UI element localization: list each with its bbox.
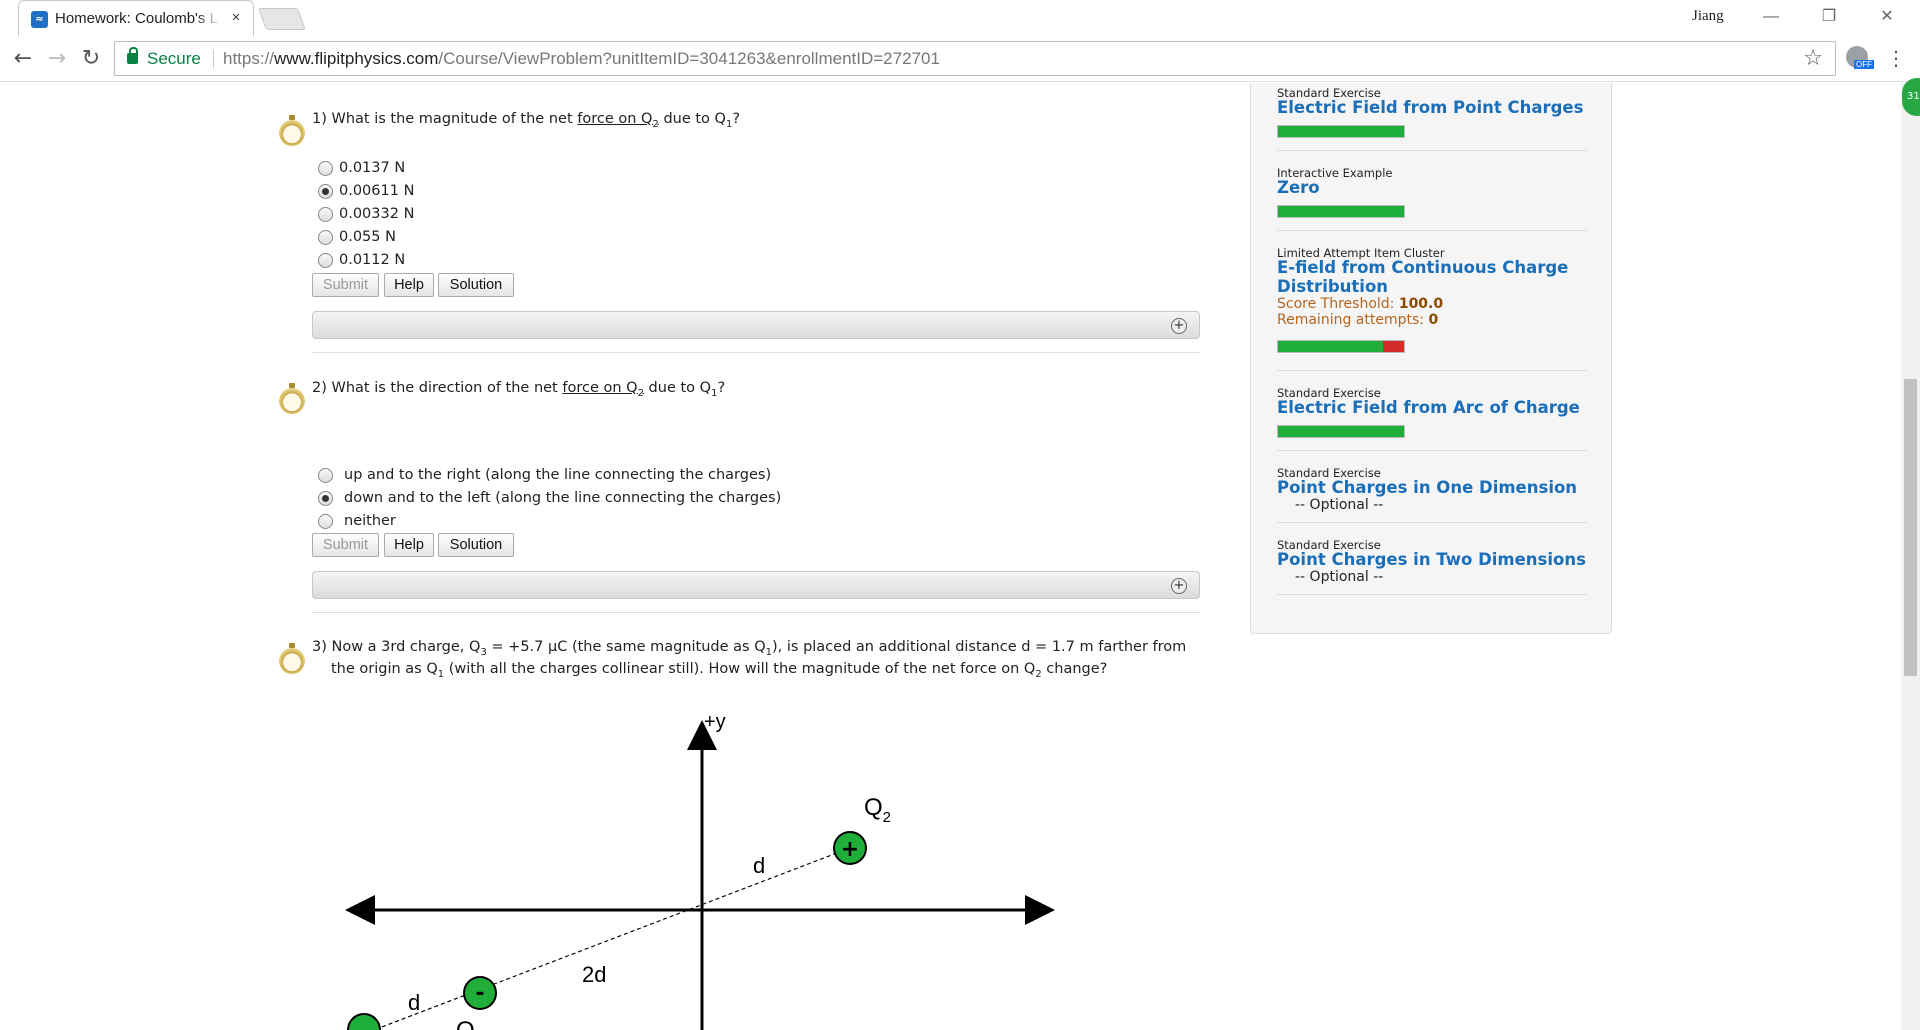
sidebar-item-electric-field-point-charges[interactable]: Standard Exercise Electric Field from Po… <box>1277 86 1587 138</box>
extension-icon[interactable]: OFF <box>1846 46 1874 70</box>
notification-badge[interactable]: 31 <box>1902 78 1920 116</box>
scrollbar-thumb[interactable] <box>1904 379 1917 676</box>
url-path: /Course/ViewProblem?unitItemID=3041263&e… <box>438 49 940 68</box>
sidebar-divider <box>1277 150 1587 151</box>
positive-sign: + <box>841 837 859 862</box>
extension-off-badge: OFF <box>1854 60 1874 69</box>
close-window-button[interactable]: ✕ <box>1864 4 1910 30</box>
incorrect-segment <box>1382 341 1404 352</box>
minimize-button[interactable]: — <box>1748 4 1794 30</box>
lock-icon <box>127 47 138 64</box>
q1-label: Q <box>456 1017 475 1030</box>
progress-bar <box>1277 340 1405 353</box>
assignment-sidebar: Standard Exercise Electric Field from Po… <box>1250 83 1612 634</box>
browser-tab[interactable]: ≈ Homework: Coulomb's L × <box>18 0 254 36</box>
url-text[interactable]: https://www.flipitphysics.com/Course/Vie… <box>223 49 940 69</box>
sidebar-item-point-charges-2d[interactable]: Standard Exercise Point Charges in Two D… <box>1277 538 1587 585</box>
charge-diagram: +y Q2 + d 2d - d Q <box>345 711 1055 1030</box>
page-content: 1) What is the magnitude of the net forc… <box>0 83 1920 1030</box>
url-scheme: https:// <box>223 49 275 68</box>
y-axis-label: +y <box>704 711 726 733</box>
sidebar-item-link[interactable]: Electric Field from Point Charges <box>1277 98 1587 117</box>
progress-bar <box>1277 425 1405 438</box>
sidebar-divider <box>1277 450 1587 451</box>
q2-label: Q2 <box>864 794 891 826</box>
sidebar-item-efield-continuous[interactable]: Limited Attempt Item Cluster E-field fro… <box>1277 246 1587 353</box>
sidebar-divider <box>1277 230 1587 231</box>
distance-2d-label: 2d <box>582 962 606 987</box>
secure-label: Secure <box>147 49 201 68</box>
reload-icon[interactable]: ↻ <box>78 46 104 72</box>
sidebar-divider <box>1277 370 1587 371</box>
sidebar-item-link[interactable]: Electric Field from Arc of Charge <box>1277 398 1587 417</box>
remaining-attempts: Remaining attempts: 0 <box>1277 312 1439 328</box>
sidebar-item-link[interactable]: Point Charges in Two Dimensions <box>1277 550 1587 569</box>
new-tab-button[interactable] <box>257 8 307 30</box>
url-separator <box>213 50 214 69</box>
progress-bar <box>1277 125 1405 138</box>
profile-name[interactable]: Jiang <box>1692 8 1724 25</box>
sidebar-item-link[interactable]: E-field from Continuous Charge Distribut… <box>1277 258 1587 296</box>
score-threshold: Score Threshold: 100.0 <box>1277 296 1444 312</box>
url-host: www.flipitphysics.com <box>274 49 439 68</box>
tab-strip: ≈ Homework: Coulomb's L × Jiang — ❐ ✕ <box>0 0 1920 36</box>
forward-arrow-icon[interactable]: → <box>44 46 70 72</box>
progress-bar <box>1277 205 1405 218</box>
tab-title: Homework: Coulomb's L <box>55 10 218 27</box>
sidebar-item-zero[interactable]: Interactive Example Zero <box>1277 166 1587 218</box>
back-arrow-icon[interactable]: ← <box>10 46 36 72</box>
sidebar-item-point-charges-1d[interactable]: Standard Exercise Point Charges in One D… <box>1277 466 1587 513</box>
distance-d-label: d <box>753 853 765 878</box>
sidebar-item-link[interactable]: Point Charges in One Dimension <box>1277 478 1587 497</box>
flipit-favicon-icon: ≈ <box>31 11 48 28</box>
sidebar-item-arc-of-charge[interactable]: Standard Exercise Electric Field from Ar… <box>1277 386 1587 438</box>
sidebar-divider <box>1277 522 1587 523</box>
q3-charge <box>347 1013 381 1030</box>
negative-sign: - <box>475 981 484 1006</box>
sidebar-item-link[interactable]: Zero <box>1277 178 1587 197</box>
page-scrollbar[interactable] <box>1901 83 1920 1030</box>
sidebar-divider <box>1277 594 1587 595</box>
bookmark-star-icon[interactable]: ☆ <box>1803 46 1823 71</box>
browser-menu-icon[interactable]: ⋮ <box>1886 46 1906 70</box>
browser-toolbar: ← → ↻ Secure https://www.flipitphysics.c… <box>0 36 1920 82</box>
restore-button[interactable]: ❐ <box>1806 4 1852 30</box>
tab-close-icon[interactable]: × <box>227 9 245 27</box>
distance-d-lower-label: d <box>408 990 420 1015</box>
address-bar[interactable]: Secure https://www.flipitphysics.com/Cou… <box>114 41 1836 76</box>
